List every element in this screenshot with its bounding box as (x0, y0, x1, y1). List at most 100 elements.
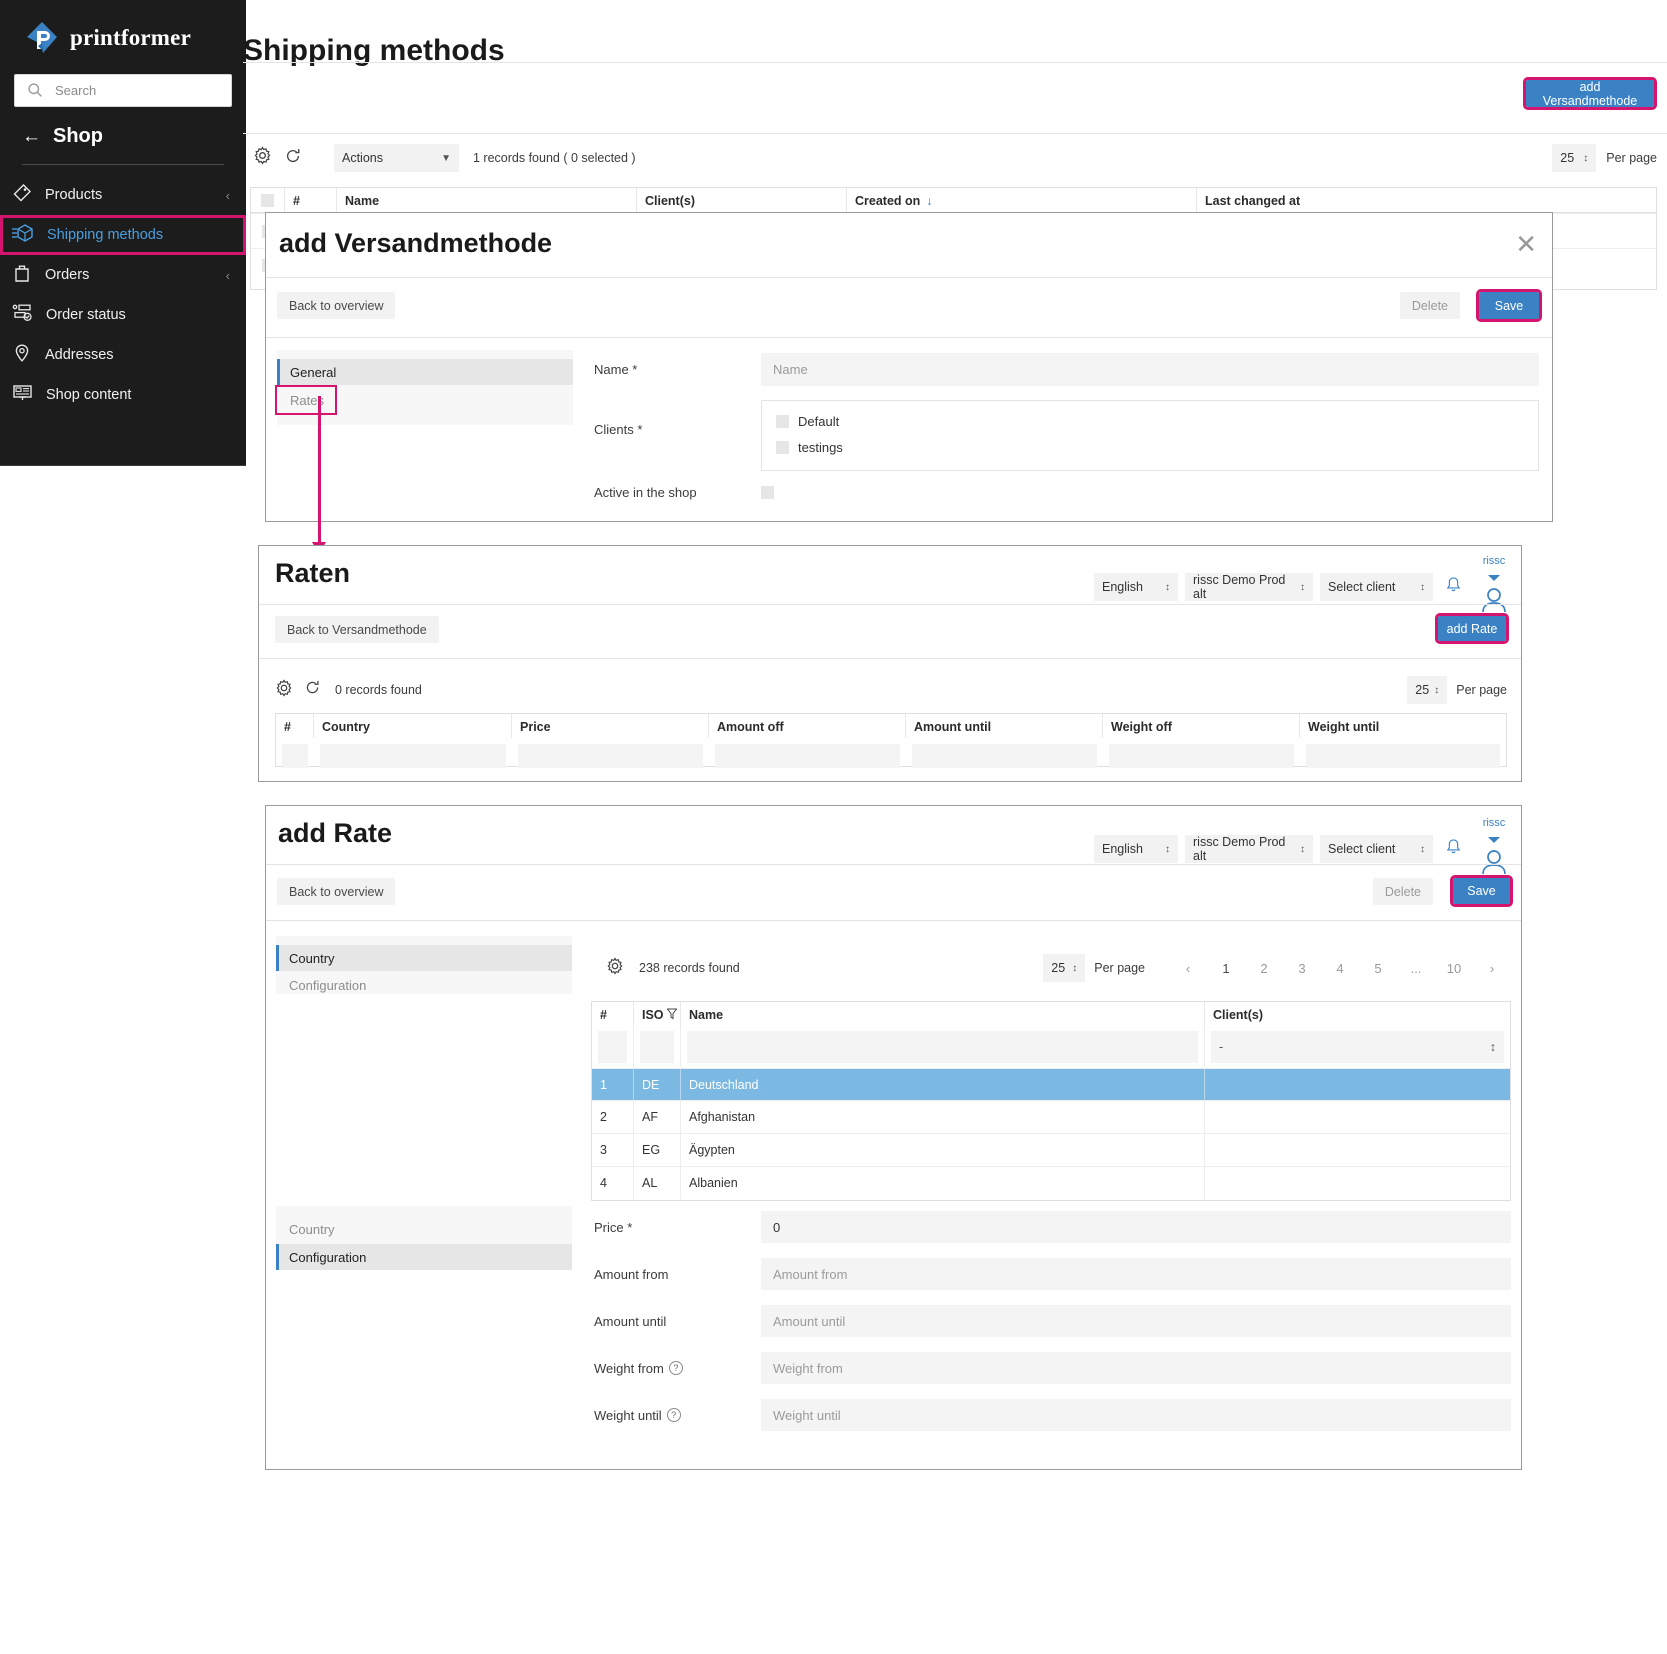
client-option-default[interactable]: Default (776, 414, 1538, 429)
filter-amount-off[interactable] (709, 740, 906, 772)
bell-icon[interactable] (1445, 838, 1462, 861)
back-to-overview-button[interactable]: Back to overview (277, 292, 396, 319)
active-in-shop-checkbox[interactable] (761, 486, 774, 499)
back-to-versandmethode-button[interactable]: Back to Versandmethode (275, 616, 439, 643)
col-country[interactable]: Country (314, 714, 512, 738)
col-last-changed[interactable]: Last changed at (1197, 188, 1652, 212)
client-value: Select client (1328, 842, 1396, 856)
filter-weight-off[interactable] (1103, 740, 1300, 772)
col-iso[interactable]: ISO (634, 1002, 681, 1027)
language-value: English (1102, 842, 1143, 856)
refresh-icon[interactable] (284, 147, 302, 170)
table-row[interactable]: 4 AL Albanien (592, 1166, 1510, 1199)
weight-until-input[interactable]: Weight until (761, 1399, 1511, 1431)
col-name[interactable]: Name (337, 188, 637, 212)
col-amount-off[interactable]: Amount off (709, 714, 906, 738)
filter-clients[interactable]: - ↕ (1205, 1027, 1510, 1067)
sidebar-item-addresses[interactable]: Addresses (0, 335, 246, 375)
col-weight-until[interactable]: Weight until (1300, 714, 1506, 738)
filter-country[interactable] (314, 740, 512, 772)
help-icon[interactable]: ? (666, 1408, 681, 1422)
pagination-page-1[interactable]: 1 (1207, 961, 1245, 976)
col-created-on[interactable]: Created on ↓ (847, 188, 1197, 212)
col-name[interactable]: Name (681, 1002, 1205, 1027)
filter-name[interactable] (681, 1027, 1205, 1067)
settings-gear-icon[interactable] (275, 678, 293, 702)
col-clients[interactable]: Client(s) (637, 188, 847, 212)
pagination-next[interactable]: › (1473, 961, 1511, 976)
filter-price[interactable] (512, 740, 709, 772)
col-number[interactable]: # (285, 188, 337, 212)
sidebar-item-order-status[interactable]: Order status (0, 295, 246, 335)
refresh-icon[interactable] (304, 679, 321, 701)
checkbox[interactable] (261, 194, 274, 207)
filter-number[interactable] (592, 1027, 634, 1067)
tenant-select[interactable]: rissc Demo Prod alt ↕ (1185, 835, 1313, 863)
filter-icon[interactable] (666, 1008, 678, 1023)
weight-from-input[interactable]: Weight from (761, 1352, 1511, 1384)
delete-button[interactable]: Delete (1399, 292, 1460, 319)
search-input[interactable]: Search (14, 74, 232, 107)
save-button[interactable]: Save (1476, 289, 1542, 322)
add-versandmethode-button[interactable]: add Versandmethode (1523, 77, 1657, 110)
table-row[interactable]: 1 DE Deutschland (592, 1068, 1510, 1100)
client-select[interactable]: Select client ↕ (1320, 835, 1433, 863)
language-select[interactable]: English ↕ (1094, 835, 1178, 863)
select-all-checkbox[interactable] (251, 188, 285, 212)
delete-button[interactable]: Delete (1372, 878, 1433, 905)
pagination-page-3[interactable]: 3 (1283, 961, 1321, 976)
filter-amount-until[interactable] (906, 740, 1103, 772)
language-select[interactable]: English ↕ (1094, 573, 1178, 601)
col-number[interactable]: # (276, 714, 314, 738)
col-amount-until[interactable]: Amount until (906, 714, 1103, 738)
pagination-page-10[interactable]: 10 (1435, 961, 1473, 976)
filter-iso[interactable] (634, 1027, 681, 1067)
add-rate-button[interactable]: add Rate (1435, 613, 1509, 644)
tab-country-bottom[interactable]: Country (276, 1216, 572, 1242)
save-button[interactable]: Save (1450, 875, 1513, 907)
pagination-page-5[interactable]: 5 (1359, 961, 1397, 976)
filter-weight-until[interactable] (1300, 740, 1506, 772)
table-row[interactable]: 3 EG Ägypten (592, 1133, 1510, 1166)
col-price[interactable]: Price (512, 714, 709, 738)
back-to-shop[interactable]: ← Shop (0, 107, 246, 158)
tab-configuration[interactable]: Configuration (276, 972, 572, 998)
actions-select[interactable]: Actions ▼ (334, 144, 459, 172)
checkbox[interactable] (776, 415, 789, 428)
close-icon[interactable]: ✕ (1515, 231, 1537, 257)
amount-until-input[interactable]: Amount until (761, 1305, 1511, 1337)
price-input[interactable]: 0 (761, 1211, 1511, 1243)
settings-gear-icon[interactable] (253, 146, 272, 170)
sidebar-item-shop-content[interactable]: Shop content (0, 375, 246, 415)
help-icon[interactable]: ? (668, 1361, 683, 1375)
settings-gear-icon[interactable] (606, 956, 624, 980)
cell-name: Ägypten (681, 1134, 1205, 1166)
client-select[interactable]: Select client ↕ (1320, 573, 1433, 601)
col-number[interactable]: # (592, 1002, 634, 1027)
col-clients[interactable]: Client(s) (1205, 1002, 1510, 1027)
country-per-page-select[interactable]: 25 ↕ (1043, 954, 1086, 982)
raten-per-page-select[interactable]: 25 ↕ (1407, 676, 1448, 704)
tab-rates[interactable]: Rates (275, 385, 337, 415)
pagination-page-4[interactable]: 4 (1321, 961, 1359, 976)
sidebar-item-orders[interactable]: Orders ‹ (0, 255, 246, 295)
tenant-select[interactable]: rissc Demo Prod alt ↕ (1185, 573, 1313, 601)
pagination-prev[interactable]: ‹ (1169, 961, 1207, 976)
table-row[interactable]: 2 AF Afghanistan (592, 1100, 1510, 1133)
per-page-select[interactable]: 25 ↕ (1552, 144, 1597, 172)
col-weight-off[interactable]: Weight off (1103, 714, 1300, 738)
name-input[interactable]: Name (761, 353, 1539, 386)
tab-general[interactable]: General (277, 359, 573, 385)
checkbox[interactable] (776, 441, 789, 454)
amount-from-input[interactable]: Amount from (761, 1258, 1511, 1290)
back-to-overview-button[interactable]: Back to overview (277, 878, 396, 905)
sidebar-item-products[interactable]: Products ‹ (0, 175, 246, 215)
tab-configuration-bottom[interactable]: Configuration (276, 1244, 572, 1270)
filter-number[interactable] (276, 740, 314, 772)
tab-general-label: General (290, 364, 337, 380)
tab-country[interactable]: Country (276, 945, 572, 971)
client-option-testings[interactable]: testings (776, 440, 1538, 455)
pagination-page-2[interactable]: 2 (1245, 961, 1283, 976)
sidebar-item-shipping-methods[interactable]: Shipping methods (0, 215, 246, 255)
bell-icon[interactable] (1445, 576, 1462, 599)
